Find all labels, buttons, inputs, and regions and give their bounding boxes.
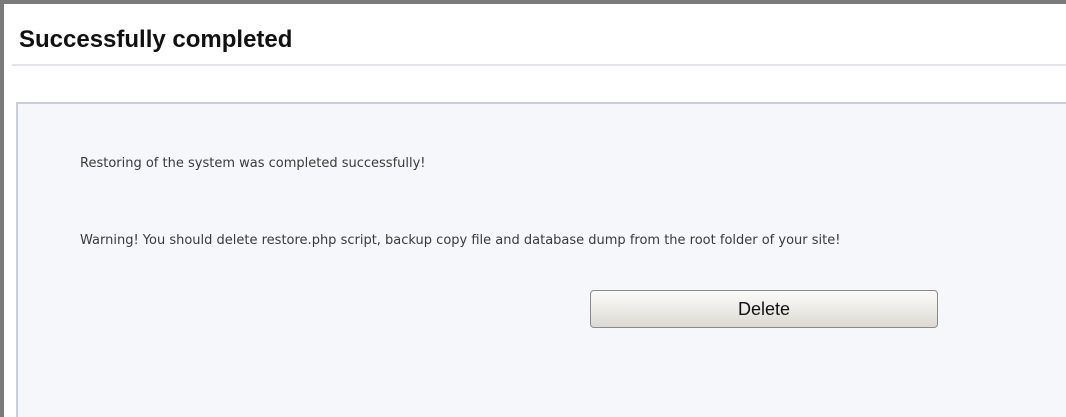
message-panel: Restoring of the system was completed su… [16, 102, 1066, 417]
warning-message: Warning! You should delete restore.php s… [80, 233, 841, 248]
window-top-border [0, 0, 1066, 4]
restore-complete-window: Successfully completed Restoring of the … [0, 0, 1066, 417]
window-left-border [0, 0, 4, 417]
success-message: Restoring of the system was completed su… [80, 156, 426, 171]
delete-button[interactable]: Delete [590, 290, 938, 328]
title-divider [12, 64, 1066, 66]
page-title: Successfully completed [19, 26, 293, 53]
